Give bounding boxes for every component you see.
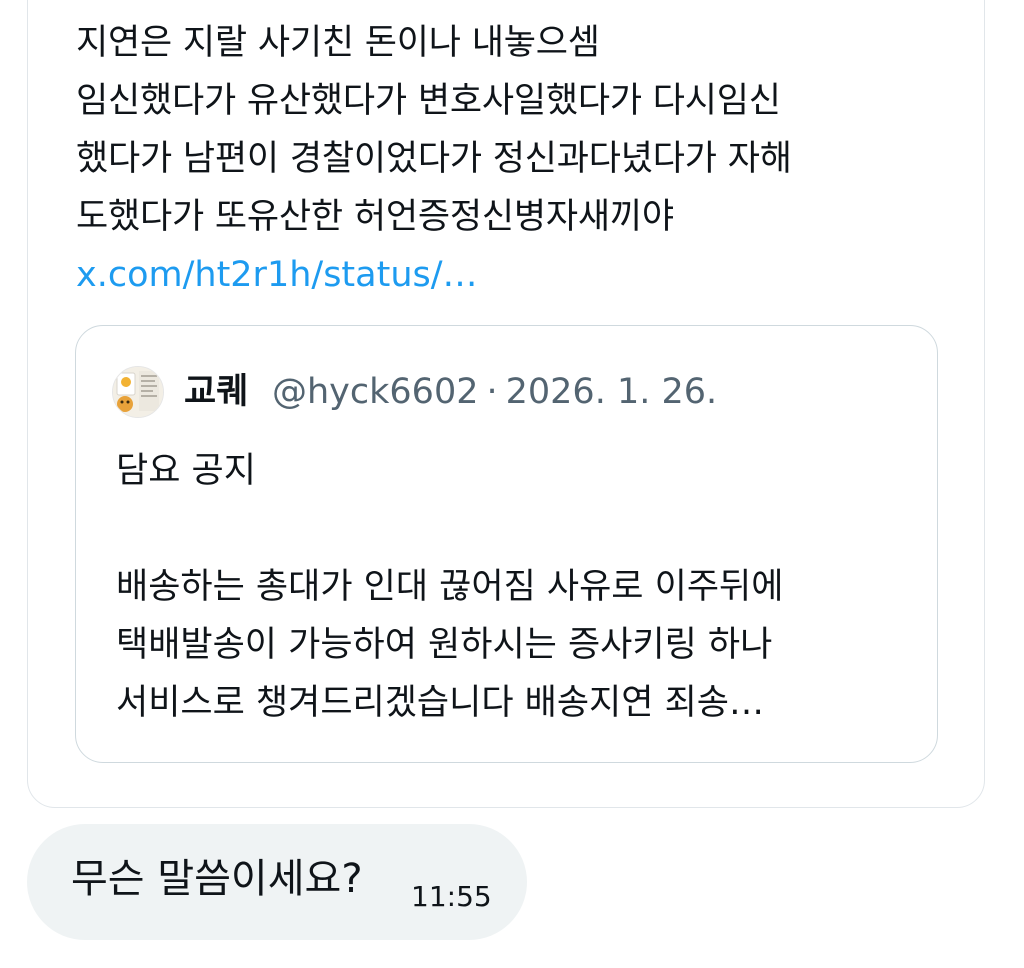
quoted-post-card[interactable]: 교퀘 @hyck6602 · 2026. 1. 26. 담요 공지 배송하는 총대가… (75, 325, 938, 763)
quoted-post-handle[interactable]: @hyck6602 (272, 372, 478, 412)
meta-separator: · (486, 372, 498, 412)
quoted-post-display-name[interactable]: 교퀘 (184, 372, 248, 412)
shared-post-text-line: 지연은 지랄 사기친 돈이나 내놓으셈 (76, 23, 600, 63)
reply-message-bubble[interactable]: 무슨 말씀이세요? 11:55 (27, 824, 527, 940)
shared-post-text-line: 도했다가 또유산한 허언증정신병자새끼야 (76, 197, 674, 237)
shared-post-link[interactable]: x.com/ht2r1h/status/… (76, 246, 478, 304)
shared-post-text: 지연은 지랄 사기친 돈이나 내놓으셈 임신했다가 유산했다가 변호사일했다가 … (76, 14, 956, 246)
quoted-post-avatar[interactable] (112, 366, 164, 418)
avatar-image-icon (113, 367, 163, 417)
quoted-post-body: 담요 공지 배송하는 총대가 인대 끊어짐 사유로 이주뒤에 택배발송이 가능하… (116, 442, 916, 732)
quoted-post-body-line: 배송하는 총대가 인대 끊어짐 사유로 이주뒤에 (116, 567, 784, 607)
reply-message-time: 11:55 (411, 880, 492, 913)
quoted-post-body-line: 택배발송이 가능하여 원하시는 증사키링 하나 (116, 625, 773, 665)
reply-message-text: 무슨 말씀이세요? (71, 856, 363, 902)
quoted-post-body-line: 서비스로 챙겨드리겠습니다 배송지연 죄송… (116, 683, 764, 723)
shared-post-text-line: 했다가 남편이 경찰이었다가 정신과다녔다가 자해 (76, 139, 792, 179)
dm-conversation: 지연은 지랄 사기친 돈이나 내놓으셈 임신했다가 유산했다가 변호사일했다가 … (0, 0, 1024, 968)
quoted-post-date: 2026. 1. 26. (505, 372, 718, 412)
shared-post-text-line: 임신했다가 유산했다가 변호사일했다가 다시임신 (76, 81, 781, 121)
quoted-post-meta: @hyck6602 · 2026. 1. 26. (272, 372, 725, 412)
quoted-post-body-line (116, 500, 916, 558)
quoted-post-body-line: 담요 공지 (116, 451, 256, 491)
